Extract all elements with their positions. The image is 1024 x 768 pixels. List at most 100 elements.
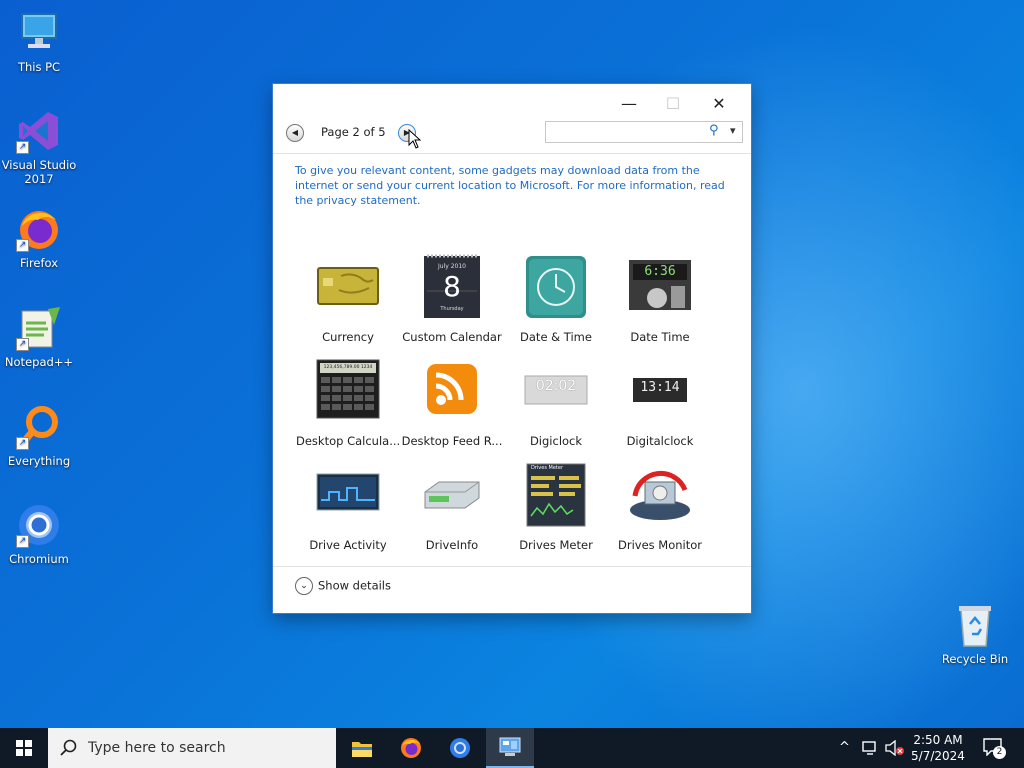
- gadget-driveinfo[interactable]: DriveInfo: [400, 462, 504, 552]
- digital-clock-icon: 02:02: [523, 358, 589, 424]
- gadget-search-input[interactable]: [546, 125, 704, 143]
- visual-studio-icon: ↗: [16, 108, 62, 154]
- calculator-display-text: 123,456,789.00 1234: [323, 365, 373, 370]
- gadget-label: Date Time: [630, 330, 690, 344]
- gadget-label: Desktop Calcula...: [296, 434, 400, 448]
- drive-activity-icon: [315, 462, 381, 528]
- desktop-icon-visual-studio[interactable]: ↗ Visual Studio 2017: [1, 108, 77, 186]
- gadget-digiclock[interactable]: 02:02 Digiclock: [504, 358, 608, 448]
- desktop-icon-label: Everything: [7, 454, 71, 468]
- gadget-desktop-calculator[interactable]: 123,456,789.00 1234 Desktop Calcula...: [296, 358, 400, 448]
- search-icon: [60, 739, 77, 756]
- clock-time: 2:50 AM: [913, 733, 963, 747]
- drives-monitor-icon: [627, 462, 693, 528]
- taskbar-file-explorer[interactable]: [338, 728, 386, 768]
- previous-page-button[interactable]: ◀: [286, 124, 304, 142]
- taskbar-gadgets-app[interactable]: [486, 728, 534, 768]
- gadget-desktop-feed-reader[interactable]: Desktop Feed R...: [400, 358, 504, 448]
- digiclock-display: 02:02: [535, 378, 577, 394]
- desktop-icon-chromium[interactable]: ↗ Chromium: [1, 502, 77, 566]
- shortcut-arrow-icon: ↗: [16, 437, 29, 450]
- desktop-icon-firefox[interactable]: ↗ Firefox: [1, 206, 77, 270]
- gadgets-icon: [499, 737, 521, 756]
- search-icon[interactable]: ⚲: [709, 123, 719, 138]
- chromium-icon: [450, 738, 470, 758]
- taskbar-clock[interactable]: 2:50 AM 5/7/2024: [906, 732, 970, 764]
- desktop-icon-everything[interactable]: ↗ Everything: [1, 404, 77, 468]
- taskbar-firefox[interactable]: [387, 728, 435, 768]
- divider: [273, 566, 751, 567]
- chevron-down-icon: ⌄: [295, 577, 313, 595]
- flip-clock-icon: 6:36: [627, 254, 693, 320]
- shortcut-arrow-icon: ↗: [16, 239, 29, 252]
- gadget-label: Drives Meter: [519, 538, 593, 552]
- gadgets-window: — ☐ ✕ ◀ Page 2 of 5 ▶ ⚲ ▾ To give you re…: [273, 84, 751, 613]
- desktop-icon-recycle-bin[interactable]: Recycle Bin: [937, 602, 1013, 666]
- close-button[interactable]: ✕: [697, 90, 741, 118]
- clock-icon: [523, 254, 589, 320]
- desktop-icon-label: Firefox: [19, 256, 59, 270]
- calendar-month-text: July 2010: [438, 263, 466, 270]
- desktop-icon-label: Chromium: [9, 552, 69, 566]
- currency-icon: [315, 254, 381, 320]
- gadget-label: Currency: [322, 330, 374, 344]
- clock-date: 5/7/2024: [911, 749, 965, 763]
- firefox-icon: ↗: [16, 206, 62, 252]
- minimize-button[interactable]: —: [607, 90, 651, 118]
- chromium-icon: ↗: [16, 502, 62, 548]
- folder-icon: [352, 742, 372, 757]
- gadget-custom-calendar[interactable]: July 2010 8 Thursday Custom Calendar: [400, 254, 504, 344]
- gadget-label: Desktop Feed R...: [401, 434, 503, 448]
- notification-count-badge: 2: [993, 746, 1006, 759]
- desktop-icon-label: Recycle Bin: [941, 652, 1009, 666]
- taskbar-search-placeholder: Type here to search: [88, 740, 226, 756]
- gadget-date-time[interactable]: 6:36 Date Time: [608, 254, 712, 344]
- gadget-drives-monitor[interactable]: Drives Monitor: [608, 462, 712, 552]
- divider: [273, 153, 751, 154]
- shortcut-arrow-icon: ↗: [16, 141, 29, 154]
- gadget-digitalclock[interactable]: 13:14 Digitalclock: [608, 358, 712, 448]
- gadget-currency[interactable]: Currency: [296, 254, 400, 344]
- desktop-icon-notepadpp[interactable]: ↗ Notepad++: [1, 305, 77, 369]
- privacy-info-text[interactable]: To give you relevant content, some gadge…: [295, 163, 725, 208]
- gadget-date-and-time[interactable]: Date & Time: [504, 254, 608, 344]
- notification-center-button[interactable]: 2: [983, 738, 1006, 759]
- drives-meter-title: Drives Meter: [531, 465, 564, 471]
- firefox-icon: [401, 738, 421, 758]
- rss-feed-icon: [419, 358, 485, 424]
- notepad-plus-plus-icon: ↗: [16, 305, 62, 351]
- digitalclock-display: 13:14: [640, 380, 680, 395]
- taskbar: Type here to search ^ 2:50 AM 5/7/2024 2: [0, 728, 1024, 768]
- desktop-icon-label: Visual Studio 2017: [1, 158, 77, 186]
- mouse-cursor-icon: [408, 129, 422, 149]
- gadget-search-box[interactable]: ⚲ ▾: [545, 121, 743, 143]
- date-time-display: 6:36: [644, 264, 676, 279]
- gadget-label: Drive Activity: [309, 538, 387, 552]
- page-indicator: Page 2 of 5: [321, 125, 386, 139]
- gadget-label: Custom Calendar: [402, 330, 502, 344]
- gadget-label: Drives Monitor: [617, 538, 703, 552]
- desktop-icon-this-pc[interactable]: This PC: [1, 10, 77, 74]
- search-dropdown-icon[interactable]: ▾: [730, 124, 736, 137]
- gadget-label: Date & Time: [520, 330, 592, 344]
- gadget-label: Digitalclock: [626, 434, 694, 448]
- drives-meter-icon: Drives Meter: [523, 462, 589, 528]
- computer-icon: [16, 10, 62, 56]
- show-details-label: Show details: [318, 578, 391, 593]
- show-details-toggle[interactable]: ⌄ Show details: [295, 577, 391, 595]
- calendar-day-text: 8: [443, 270, 461, 303]
- taskbar-chromium[interactable]: [436, 728, 484, 768]
- calendar-icon: July 2010 8 Thursday: [419, 254, 485, 320]
- network-icon[interactable]: [862, 740, 880, 756]
- gadget-drives-meter[interactable]: Drives Meter Drives Meter: [504, 462, 608, 552]
- gadget-drive-activity[interactable]: Drive Activity: [296, 462, 400, 552]
- calculator-icon: 123,456,789.00 1234: [315, 358, 381, 424]
- shortcut-arrow-icon: ↗: [16, 338, 29, 351]
- start-button[interactable]: [0, 728, 48, 768]
- shortcut-arrow-icon: ↗: [16, 535, 29, 548]
- taskbar-search-box[interactable]: Type here to search: [48, 728, 336, 768]
- tray-overflow-chevron-icon[interactable]: ^: [839, 740, 850, 755]
- gadget-label: DriveInfo: [425, 538, 479, 552]
- volume-muted-icon[interactable]: [885, 740, 905, 756]
- chevron-left-icon: ◀: [291, 128, 299, 137]
